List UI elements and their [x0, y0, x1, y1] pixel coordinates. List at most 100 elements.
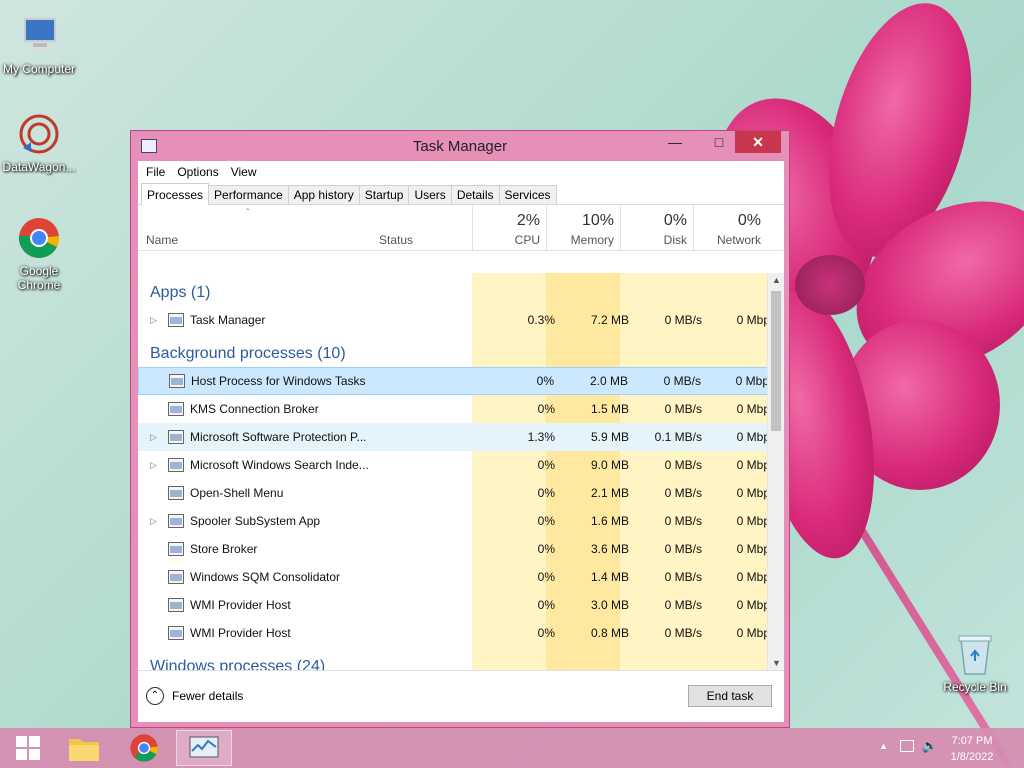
- desktop-icon-label: Google Chrome: [17, 264, 61, 292]
- network-icon[interactable]: [900, 740, 914, 752]
- menu-view[interactable]: View: [231, 165, 257, 179]
- scroll-down-icon[interactable]: ▼: [768, 658, 785, 668]
- column-header-cpu[interactable]: 2% CPU: [472, 205, 546, 251]
- tab-services[interactable]: Services: [498, 185, 557, 204]
- windows-logo-icon: [16, 736, 40, 760]
- group-header-apps[interactable]: Apps (1): [138, 273, 784, 306]
- taskbar-task-manager[interactable]: [176, 730, 232, 766]
- process-list: Apps (1) ▷ Task Manager 0.3% 7.2 MB 0 MB/s 0 …: [138, 273, 784, 670]
- menu-options[interactable]: Options: [177, 165, 218, 179]
- task-manager-icon: [189, 736, 219, 758]
- process-icon: [168, 570, 184, 584]
- menu-file[interactable]: File: [146, 165, 165, 179]
- process-cpu: 0%: [537, 514, 555, 528]
- disk-label: Disk: [663, 233, 687, 247]
- desktop-icon-my-computer[interactable]: My Computer: [0, 12, 78, 76]
- tab-app-history[interactable]: App history: [287, 185, 360, 204]
- process-memory: 2.1 MB: [590, 486, 629, 500]
- column-header-status[interactable]: Status: [379, 233, 413, 247]
- process-memory: 3.6 MB: [590, 542, 629, 556]
- process-disk: 0 MB/s: [664, 542, 702, 556]
- clock-time: 7:07 PM: [951, 735, 993, 747]
- taskbar: ▲ 🔈 7:07 PM 1/8/2022: [0, 728, 1024, 768]
- process-cpu: 0%: [537, 486, 555, 500]
- process-row[interactable]: Host Process for Windows Tasks 0% 2.0 MB 0 …: [138, 367, 784, 395]
- column-header-network[interactable]: 0% Network: [693, 205, 767, 251]
- process-cpu: 0%: [536, 374, 554, 388]
- close-button[interactable]: ✕: [735, 131, 781, 153]
- maximize-button[interactable]: □: [705, 131, 733, 153]
- tab-users[interactable]: Users: [408, 185, 452, 204]
- group-header-windows[interactable]: Windows processes (24): [138, 647, 784, 670]
- process-row[interactable]: ▷ Task Manager 0.3% 7.2 MB 0 MB/s 0 Mbps: [138, 306, 784, 334]
- tab-startup[interactable]: Startup: [358, 185, 410, 204]
- datawagon-icon: [15, 110, 63, 158]
- process-row[interactable]: Windows SQM Consolidator 0% 1.4 MB 0 MB/s 0 …: [138, 563, 784, 591]
- title-bar[interactable]: Task Manager — □ ✕: [131, 131, 789, 161]
- scroll-thumb[interactable]: [771, 291, 781, 431]
- process-name: Open-Shell Menu: [190, 486, 284, 500]
- column-header-memory[interactable]: 10% Memory: [546, 205, 620, 251]
- process-memory: 5.9 MB: [590, 430, 629, 444]
- volume-muted-icon[interactable]: 🔈: [922, 738, 938, 754]
- process-icon: [168, 626, 184, 640]
- process-name: WMI Provider Host: [190, 598, 291, 612]
- menu-bar: File Options View: [138, 161, 784, 183]
- fewer-details-label: Fewer details: [172, 689, 244, 703]
- desktop-icon-google-chrome[interactable]: Google Chrome: [0, 214, 78, 292]
- scroll-up-icon[interactable]: ▲: [768, 275, 785, 285]
- tab-performance[interactable]: Performance: [208, 185, 289, 204]
- disk-total: 0%: [663, 212, 687, 229]
- minimize-button[interactable]: —: [661, 131, 689, 153]
- process-cpu: 0%: [537, 458, 555, 472]
- expand-arrow-icon[interactable]: ▷: [150, 460, 157, 471]
- process-row[interactable]: ▷ Microsoft Windows Search Inde... 0% 9.0 M…: [138, 451, 784, 479]
- process-row[interactable]: WMI Provider Host 0% 3.0 MB 0 MB/s 0 Mbps: [138, 591, 784, 619]
- process-cpu: 0%: [537, 402, 555, 416]
- process-icon: [168, 598, 184, 612]
- desktop-icon-datawagon[interactable]: DataWagon...: [0, 110, 78, 174]
- process-name: Task Manager: [190, 313, 266, 327]
- process-row[interactable]: Store Broker 0% 3.6 MB 0 MB/s 0 Mbps: [138, 535, 784, 563]
- column-header: ˆ Name Status 2% CPU 10% Memory 0% Disk …: [138, 205, 784, 251]
- process-row[interactable]: ▷ Spooler SubSystem App 0% 1.6 MB 0 MB/s 0 Mb…: [138, 507, 784, 535]
- tab-processes[interactable]: Processes: [141, 183, 210, 205]
- vertical-scrollbar[interactable]: ▲ ▼: [767, 273, 784, 670]
- column-header-disk[interactable]: 0% Disk: [620, 205, 693, 251]
- process-row[interactable]: Open-Shell Menu 0% 2.1 MB 0 MB/s 0 Mbps: [138, 479, 784, 507]
- process-icon: [168, 402, 184, 416]
- expand-arrow-icon[interactable]: ▷: [150, 432, 157, 443]
- window-title: Task Manager: [412, 138, 508, 155]
- process-icon: [168, 486, 184, 500]
- expand-arrow-icon[interactable]: ▷: [150, 516, 157, 527]
- clock-date: 1/8/2022: [950, 751, 994, 763]
- process-cpu: 0.3%: [527, 313, 555, 327]
- clock[interactable]: 7:07 PM 1/8/2022: [942, 733, 1002, 765]
- tray-expand-icon[interactable]: ▲: [879, 741, 888, 751]
- taskbar-file-explorer[interactable]: [56, 730, 112, 766]
- process-disk: 0 MB/s: [664, 570, 702, 584]
- process-row[interactable]: KMS Connection Broker 0% 1.5 MB 0 MB/s 0 Mbp…: [138, 395, 784, 423]
- memory-total: 10%: [581, 212, 614, 229]
- desktop-icon-recycle-bin[interactable]: Recycle Bin: [936, 630, 1014, 694]
- desktop-icon-label: DataWagon...: [2, 160, 76, 174]
- recycle-bin-icon: [951, 630, 999, 678]
- expand-arrow-icon[interactable]: ▷: [150, 315, 157, 326]
- folder-icon: [69, 739, 99, 761]
- fewer-details-button[interactable]: ⌃ Fewer details: [146, 687, 243, 705]
- process-row[interactable]: ▷ Microsoft Software Protection P... 1.3% 5…: [138, 423, 784, 451]
- memory-label: Memory: [570, 233, 614, 247]
- process-cpu: 0%: [537, 626, 555, 640]
- cpu-label: CPU: [514, 233, 540, 247]
- end-task-button[interactable]: End task: [688, 685, 772, 707]
- tab-details[interactable]: Details: [450, 185, 500, 204]
- desktop-icon-label: My Computer: [2, 62, 76, 76]
- column-header-name[interactable]: Name: [146, 233, 178, 247]
- group-header-background[interactable]: Background processes (10): [138, 334, 784, 367]
- process-disk: 0 MB/s: [664, 514, 702, 528]
- process-memory: 2.0 MB: [589, 374, 628, 388]
- start-button[interactable]: [0, 730, 56, 766]
- process-row[interactable]: WMI Provider Host 0% 0.8 MB 0 MB/s 0 Mbps: [138, 619, 784, 647]
- process-cpu: 0%: [537, 542, 555, 556]
- taskbar-chrome[interactable]: [116, 730, 172, 766]
